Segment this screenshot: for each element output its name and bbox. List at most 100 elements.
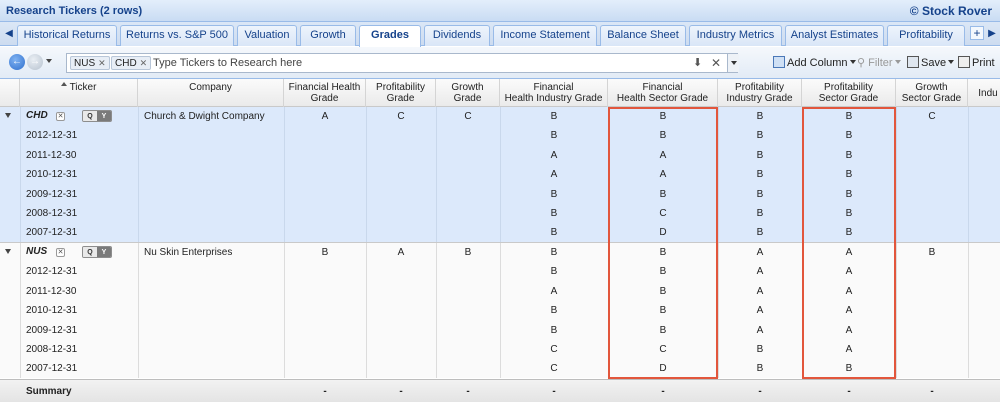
quarterly-toggle[interactable]: Q: [83, 247, 97, 257]
grade-cell: B: [845, 169, 853, 181]
collapse-group-icon[interactable]: [5, 113, 11, 118]
save-label: Save: [921, 57, 947, 69]
back-button[interactable]: ←: [9, 54, 25, 70]
add-tab-icon[interactable]: +: [970, 26, 984, 40]
filter-button[interactable]: ⚲ Filter: [857, 56, 901, 69]
search-input[interactable]: Type Tickers to Research here: [153, 57, 302, 69]
column-header-growth-sector-grade[interactable]: Growth Sector Grade: [896, 79, 968, 107]
grade-cell: A: [845, 344, 853, 355]
quarter-year-toggle[interactable]: QY: [82, 110, 112, 122]
table-row[interactable]: 2009-12-31 B B B B: [0, 185, 1000, 204]
search-dropdown-button[interactable]: [727, 54, 739, 72]
ticker-symbol[interactable]: NUS: [26, 246, 47, 257]
ticker-group-nus[interactable]: NUS ✕ Q Y Nu Skin Enterprises B A B B B A A B 2012-12…: [0, 242, 1000, 378]
table-row[interactable]: 2007-12-31 B D B B: [0, 223, 1000, 242]
tab-scroll-left-icon[interactable]: ◀: [2, 25, 16, 43]
table-row[interactable]: 2012-12-31 B B A A: [0, 262, 1000, 281]
remove-chip-icon[interactable]: ✕: [140, 57, 148, 69]
column-header-company[interactable]: Company: [138, 79, 284, 107]
table-row[interactable]: 2010-12-31 A A B B: [0, 165, 1000, 184]
table-row[interactable]: 2008-12-31 B C B B: [0, 204, 1000, 223]
quarterly-toggle[interactable]: Q: [83, 111, 97, 121]
column-header-fh-sector-grade[interactable]: Financial Health Sector Grade: [608, 79, 718, 107]
forward-button[interactable]: →: [27, 54, 43, 70]
tab-industry-metrics[interactable]: Industry Metrics: [689, 25, 782, 46]
history-date: 2011-12-30: [26, 285, 77, 297]
tab-growth[interactable]: Growth: [300, 25, 356, 46]
yearly-toggle[interactable]: Y: [97, 247, 111, 257]
grade-cell: D: [659, 227, 667, 239]
grade-cell: B: [550, 208, 558, 219]
column-header-prof-industry-grade[interactable]: Profitability Industry Grade: [718, 79, 802, 107]
ticker-group-chd[interactable]: CHD ✕ Q Y Church & Dwight Company A C C B B B B C 201…: [0, 107, 1000, 242]
download-icon[interactable]: ⬇: [693, 56, 702, 69]
column-header-profitability-grade[interactable]: Profitability Grade: [366, 79, 436, 107]
table-row[interactable]: 2011-12-30 A A B B: [0, 146, 1000, 165]
grade-cell: B: [659, 266, 667, 278]
ticker-chip-chd[interactable]: CHD ✕: [111, 56, 152, 70]
grade-cell: B: [659, 324, 667, 336]
table-row[interactable]: 2010-12-31 B B A A: [0, 301, 1000, 320]
chip-label: CHD: [115, 58, 137, 69]
tab-returns-vs-sp500[interactable]: Returns vs. S&P 500: [120, 25, 234, 46]
grade-cell: A: [756, 305, 764, 317]
tab-income-statement[interactable]: Income Statement: [493, 25, 597, 46]
tab-valuation[interactable]: Valuation: [237, 25, 297, 46]
grade-cell: A: [550, 169, 558, 181]
column-header-ticker[interactable]: Ticker: [20, 79, 138, 107]
save-button[interactable]: Save: [907, 56, 955, 69]
column-header-prof-sector-grade[interactable]: Profitability Sector Grade: [802, 79, 896, 107]
add-column-icon: [773, 56, 785, 68]
table-row[interactable]: 2009-12-31 B B A A: [0, 321, 1000, 340]
tab-profitability[interactable]: Profitability: [887, 25, 965, 46]
company-name: Nu Skin Enterprises: [144, 247, 233, 258]
table-row[interactable]: 2007-12-31 C D B B: [0, 359, 1000, 378]
summary-value: -: [399, 386, 403, 397]
grade-cell: B: [756, 363, 764, 375]
filter-icon: ⚲: [857, 57, 866, 69]
tab-balance-sheet[interactable]: Balance Sheet: [600, 25, 686, 46]
ticker-chip-nus[interactable]: NUS ✕: [70, 56, 110, 70]
collapse-group-icon[interactable]: [5, 249, 11, 254]
grade-cell: B: [756, 111, 764, 122]
yearly-toggle[interactable]: Y: [97, 111, 111, 121]
grade-cell: B: [550, 266, 558, 278]
tab-historical-returns[interactable]: Historical Returns: [17, 25, 117, 46]
ticker-symbol[interactable]: CHD: [26, 110, 48, 121]
grade-cell: B: [659, 247, 667, 258]
tab-dividends[interactable]: Dividends: [424, 25, 490, 46]
tab-grades[interactable]: Grades: [359, 25, 421, 47]
tab-scroll-right-icon[interactable]: ▶: [985, 25, 999, 43]
table-row[interactable]: 2008-12-31 C C B A: [0, 340, 1000, 359]
table-row[interactable]: CHD ✕ Q Y Church & Dwight Company A C C B B B B C: [0, 107, 1000, 126]
grade-cell: A: [845, 266, 853, 278]
grade-cell: B: [845, 111, 853, 122]
history-dropdown-icon[interactable]: [46, 59, 52, 63]
brand-label[interactable]: © Stock Rover: [910, 4, 992, 18]
grade-cell: A: [321, 111, 329, 122]
table-row[interactable]: NUS ✕ Q Y Nu Skin Enterprises B A B B B A A B: [0, 243, 1000, 262]
grade-cell: A: [845, 324, 853, 336]
column-header-financial-health-grade[interactable]: Financial Health Grade: [284, 79, 366, 107]
grade-cell: B: [321, 247, 329, 258]
column-header-fh-industry-grade[interactable]: Financial Health Industry Grade: [500, 79, 608, 107]
grade-cell: C: [550, 363, 558, 375]
chip-label: NUS: [74, 58, 96, 69]
remove-ticker-icon[interactable]: ✕: [56, 248, 65, 257]
remove-ticker-icon[interactable]: ✕: [56, 112, 65, 121]
column-header-industry-truncated[interactable]: Indu: [968, 79, 1000, 107]
ticker-search-box[interactable]: NUS ✕ CHD ✕ Type Tickers to Research here …: [66, 53, 739, 73]
grade-cell: C: [659, 344, 667, 355]
quarter-year-toggle[interactable]: QY: [82, 246, 112, 258]
clear-search-icon[interactable]: ✕: [711, 56, 721, 70]
print-button[interactable]: Print: [958, 56, 995, 69]
table-row[interactable]: 2012-12-31 B B B B: [0, 126, 1000, 145]
remove-chip-icon[interactable]: ✕: [98, 57, 106, 69]
history-date: 2010-12-31: [26, 169, 78, 181]
history-date: 2012-12-31: [26, 266, 78, 278]
grade-cell: B: [756, 344, 764, 355]
column-header-growth-grade[interactable]: Growth Grade: [436, 79, 500, 107]
table-row[interactable]: 2011-12-30 A B A A: [0, 282, 1000, 301]
add-column-button[interactable]: Add Column: [773, 56, 856, 69]
tab-analyst-estimates[interactable]: Analyst Estimates: [785, 25, 884, 46]
